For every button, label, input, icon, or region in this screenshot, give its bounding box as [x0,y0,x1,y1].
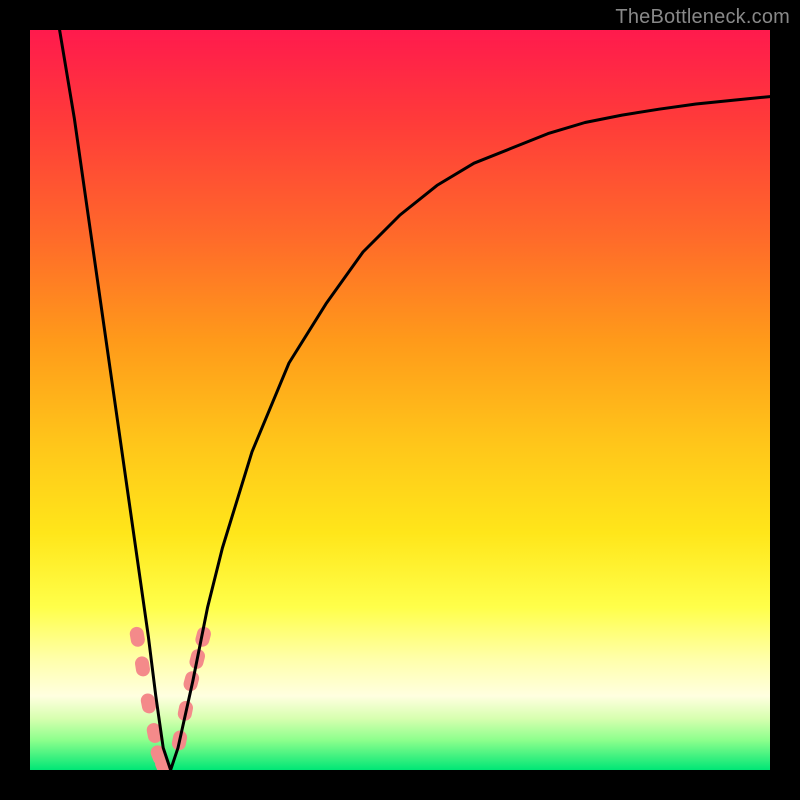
watermark-text: TheBottleneck.com [615,6,790,29]
curve-layer [30,30,770,770]
bottleneck-curve [60,30,770,770]
chart-frame: TheBottleneck.com [0,0,800,800]
plot-area [30,30,770,770]
